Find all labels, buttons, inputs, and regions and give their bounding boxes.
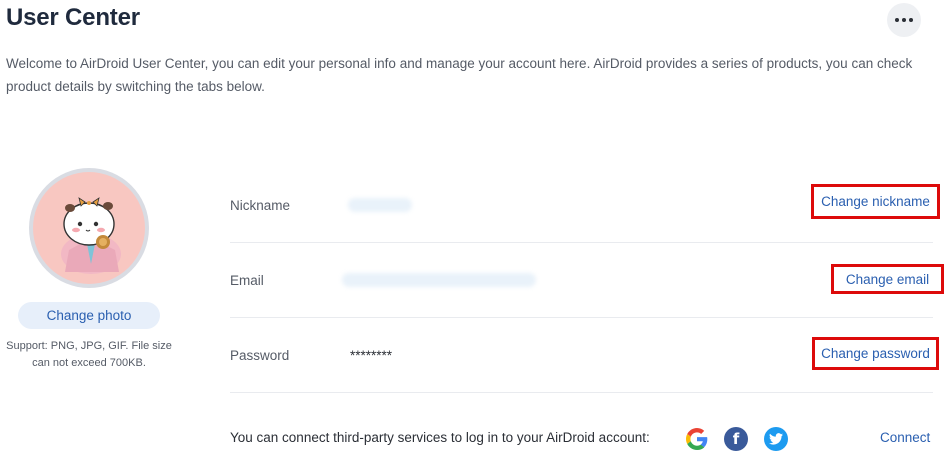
avatar xyxy=(29,168,149,288)
third-party-text: You can connect third-party services to … xyxy=(230,430,650,445)
change-photo-button[interactable]: Change photo xyxy=(18,302,160,329)
change-password-button[interactable]: Change password xyxy=(812,337,939,370)
connect-link[interactable]: Connect xyxy=(880,430,930,445)
password-label: Password xyxy=(230,348,290,363)
google-icon[interactable] xyxy=(685,427,709,451)
change-email-button[interactable]: Change email xyxy=(831,264,944,294)
more-horizontal-icon xyxy=(895,18,913,22)
intro-text: Welcome to AirDroid User Center, you can… xyxy=(6,56,913,94)
nickname-label: Nickname xyxy=(230,198,291,213)
photo-hint: Support: PNG, JPG, GIF. File size can no… xyxy=(6,340,172,369)
cartoon-avatar-icon xyxy=(61,197,121,274)
change-nickname-button[interactable]: Change nickname xyxy=(811,184,940,219)
email-row: Email xyxy=(230,243,933,318)
nickname-value-redacted xyxy=(348,198,412,212)
twitter-icon[interactable] xyxy=(764,427,788,451)
facebook-icon[interactable]: f xyxy=(724,427,748,451)
email-label: Email xyxy=(230,273,264,288)
more-options-button[interactable] xyxy=(887,3,921,37)
password-value: ******** xyxy=(350,348,393,363)
email-value-redacted xyxy=(342,273,536,287)
page-title: User Center xyxy=(6,4,140,31)
